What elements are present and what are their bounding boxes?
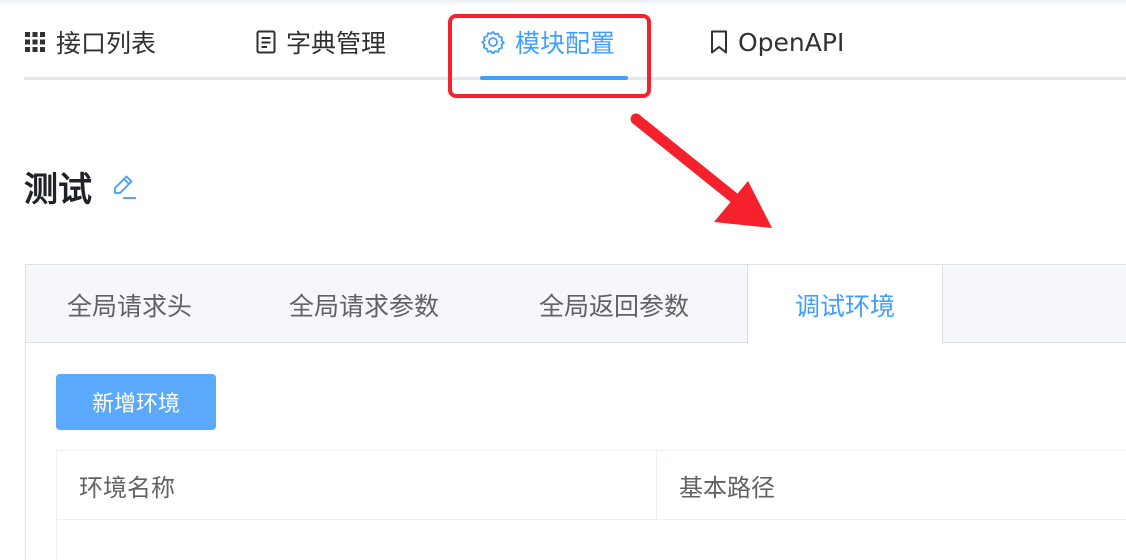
grid-icon	[24, 31, 46, 53]
highlight-box	[448, 14, 651, 98]
nav-tab-dictionary[interactable]: 字典管理	[256, 24, 386, 60]
column-header-label: 基本路径	[679, 473, 775, 502]
sub-tab-global-response[interactable]: 全局返回参数	[539, 265, 689, 345]
nav-tab-openapi[interactable]: OpenAPI	[710, 24, 844, 60]
sub-tab-label: 全局请求头	[67, 292, 193, 321]
sub-tab-global-params[interactable]: 全局请求参数	[289, 265, 439, 345]
sub-tab-global-headers[interactable]: 全局请求头	[67, 265, 192, 345]
sub-tab-label: 全局返回参数	[539, 292, 690, 321]
top-shadow	[0, 0, 1126, 6]
sub-tab-label: 调试环境	[794, 291, 895, 321]
column-header-base-path: 基本路径	[657, 451, 1126, 519]
page-title: 测试	[24, 170, 92, 210]
column-header-env-name: 环境名称	[57, 451, 656, 519]
document-icon	[256, 30, 276, 54]
edit-icon[interactable]	[112, 173, 138, 205]
sub-tab-label: 全局请求参数	[289, 292, 440, 321]
nav-tab-label: 字典管理	[286, 29, 387, 58]
nav-tab-label: OpenAPI	[738, 27, 845, 57]
column-header-label: 环境名称	[79, 473, 175, 502]
bookmark-icon	[710, 30, 728, 54]
table-body	[56, 520, 1126, 560]
nav-tab-label: 接口列表	[56, 29, 157, 58]
sub-tab-debug-env[interactable]: 调试环境	[747, 265, 943, 344]
add-environment-button[interactable]: 新增环境	[56, 374, 216, 430]
annotation-arrow-icon	[630, 113, 772, 228]
nav-tab-api-list[interactable]: 接口列表	[24, 24, 156, 60]
page: 接口列表 字典管理 模块配置 OpenAPI 测试 全局请求头 全局请求参数 全…	[0, 0, 1126, 560]
